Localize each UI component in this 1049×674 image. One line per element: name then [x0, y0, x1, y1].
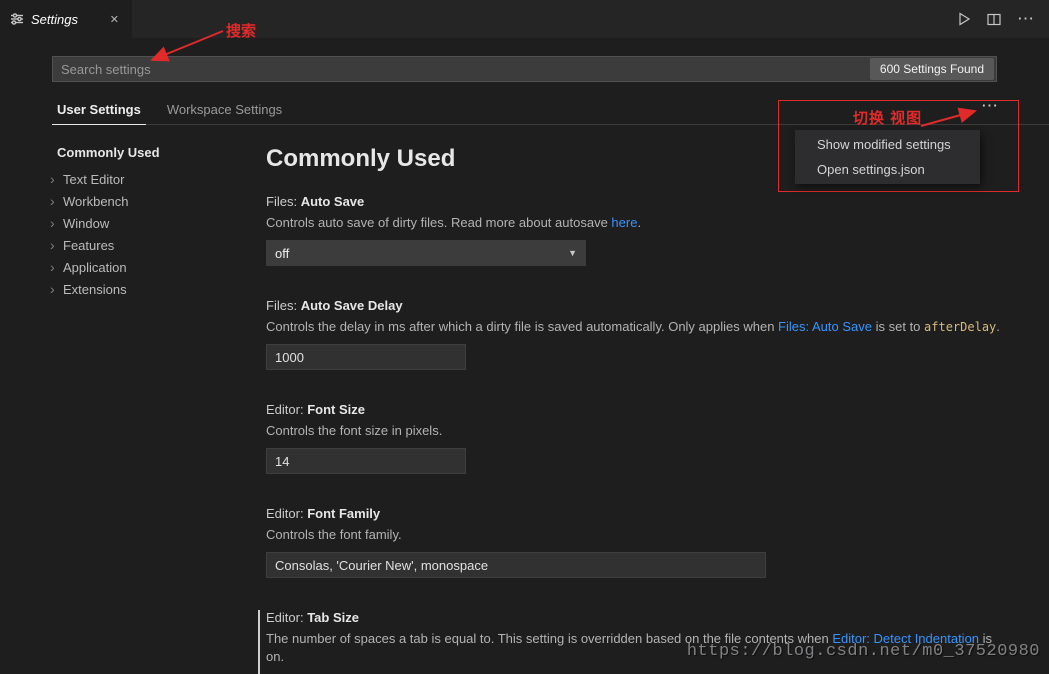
chevron-down-icon: ▼: [568, 248, 577, 258]
toc-item-label: Text Editor: [63, 172, 124, 187]
auto-save-select[interactable]: off ▼: [266, 240, 586, 266]
setting-title: Files: Auto Save: [266, 194, 1009, 210]
desc-text: Controls the font size in pixels.: [266, 423, 442, 438]
setting-title: Editor: Font Size: [266, 402, 1009, 418]
chevron-right-icon: ›: [50, 260, 58, 274]
font-size-input[interactable]: [266, 448, 466, 474]
chevron-right-icon: ›: [50, 282, 58, 296]
setting-editor-font-size: Editor: Font Size Controls the font size…: [266, 402, 1009, 474]
setting-name: Tab Size: [307, 610, 359, 625]
toc-header-commonly-used[interactable]: Commonly Used: [57, 145, 266, 161]
select-value: off: [275, 246, 289, 261]
menu-item-show-modified-settings[interactable]: Show modified settings: [795, 132, 980, 157]
setting-description: Controls the font size in pixels.: [266, 422, 1009, 440]
setting-title: Editor: Font Family: [266, 506, 1009, 522]
setting-name: Font Family: [307, 506, 380, 521]
settings-more-actions-icon[interactable]: ⋯: [981, 96, 999, 116]
toc-item-label: Workbench: [63, 194, 129, 209]
desc-text: is set to: [872, 319, 924, 334]
split-editor-icon[interactable]: [987, 13, 1001, 26]
annotation-switch-view-label: 切换 视图: [853, 107, 922, 128]
chevron-right-icon: ›: [50, 172, 58, 186]
setting-category: Editor:: [266, 506, 304, 521]
settings-body: Commonly Used › Text Editor › Workbench …: [0, 125, 1049, 674]
more-actions-icon[interactable]: ⋯: [1017, 9, 1035, 29]
toc-item-application[interactable]: › Application: [50, 256, 266, 278]
tab-settings[interactable]: Settings ✕: [0, 0, 132, 38]
tab-workspace-settings[interactable]: Workspace Settings: [162, 98, 287, 124]
toc-item-label: Application: [63, 260, 127, 275]
setting-editor-font-family: Editor: Font Family Controls the font fa…: [266, 506, 1009, 578]
close-icon[interactable]: ✕: [107, 11, 122, 28]
editor-actions: ⋯: [958, 0, 1049, 38]
chevron-right-icon: ›: [50, 238, 58, 252]
chevron-right-icon: ›: [50, 216, 58, 230]
toc-item-text-editor[interactable]: › Text Editor: [50, 168, 266, 190]
chevron-right-icon: ›: [50, 194, 58, 208]
setting-name: Auto Save: [301, 194, 365, 209]
watermark: https://blog.csdn.net/m0_37520980: [687, 642, 1040, 661]
desc-text: Controls the font family.: [266, 527, 402, 542]
setting-title: Files: Auto Save Delay: [266, 298, 1009, 314]
toc-item-workbench[interactable]: › Workbench: [50, 190, 266, 212]
search-input[interactable]: [53, 62, 870, 77]
setting-category: Files:: [266, 298, 297, 313]
setting-category: Files:: [266, 194, 297, 209]
settings-list: Commonly Used Files: Auto Save Controls …: [266, 145, 1049, 674]
menu-item-open-settings-json[interactable]: Open settings.json: [795, 157, 980, 182]
toc-item-window[interactable]: › Window: [50, 212, 266, 234]
toc-item-label: Window: [63, 216, 109, 231]
setting-name: Auto Save Delay: [301, 298, 403, 313]
toc-item-label: Features: [63, 238, 114, 253]
desc-text: .: [996, 319, 1000, 334]
tab-title: Settings: [31, 12, 100, 27]
toc-item-label: Extensions: [63, 282, 127, 297]
setting-category: Editor:: [266, 610, 304, 625]
setting-description: Controls the font family.: [266, 526, 1009, 544]
settings-tab-icon: [10, 12, 24, 26]
desc-text: Controls the delay in ms after which a d…: [266, 319, 778, 334]
settings-toc: Commonly Used › Text Editor › Workbench …: [0, 145, 266, 674]
files-auto-save-link[interactable]: Files: Auto Save: [778, 319, 872, 334]
settings-context-menu: Show modified settings Open settings.jso…: [795, 130, 980, 184]
setting-title: Editor: Tab Size: [266, 610, 1009, 626]
setting-category: Editor:: [266, 402, 304, 417]
desc-text: Controls auto save of dirty files. Read …: [266, 215, 611, 230]
settings-count-badge: 600 Settings Found: [870, 58, 994, 80]
toc-item-features[interactable]: › Features: [50, 234, 266, 256]
setting-files-auto-save-delay: Files: Auto Save Delay Controls the dela…: [266, 298, 1009, 370]
desc-text: .: [637, 215, 641, 230]
run-icon[interactable]: [958, 12, 971, 26]
desc-code: afterDelay: [924, 320, 996, 334]
setting-name: Font Size: [307, 402, 365, 417]
settings-search-bar: 600 Settings Found: [52, 56, 997, 82]
setting-files-auto-save: Files: Auto Save Controls auto save of d…: [266, 194, 1009, 266]
editor-tab-bar: Settings ✕ ⋯: [0, 0, 1049, 38]
vscode-window: Settings ✕ ⋯ 600 Settings Found User Set…: [0, 0, 1049, 674]
auto-save-delay-input[interactable]: [266, 344, 466, 370]
annotation-search-label: 搜索: [226, 20, 256, 41]
setting-description: Controls the delay in ms after which a d…: [266, 318, 1009, 336]
toc-item-extensions[interactable]: › Extensions: [50, 278, 266, 300]
setting-description: Controls auto save of dirty files. Read …: [266, 214, 1009, 232]
autosave-here-link[interactable]: here: [611, 215, 637, 230]
font-family-input[interactable]: [266, 552, 766, 578]
tab-user-settings[interactable]: User Settings: [52, 98, 146, 125]
